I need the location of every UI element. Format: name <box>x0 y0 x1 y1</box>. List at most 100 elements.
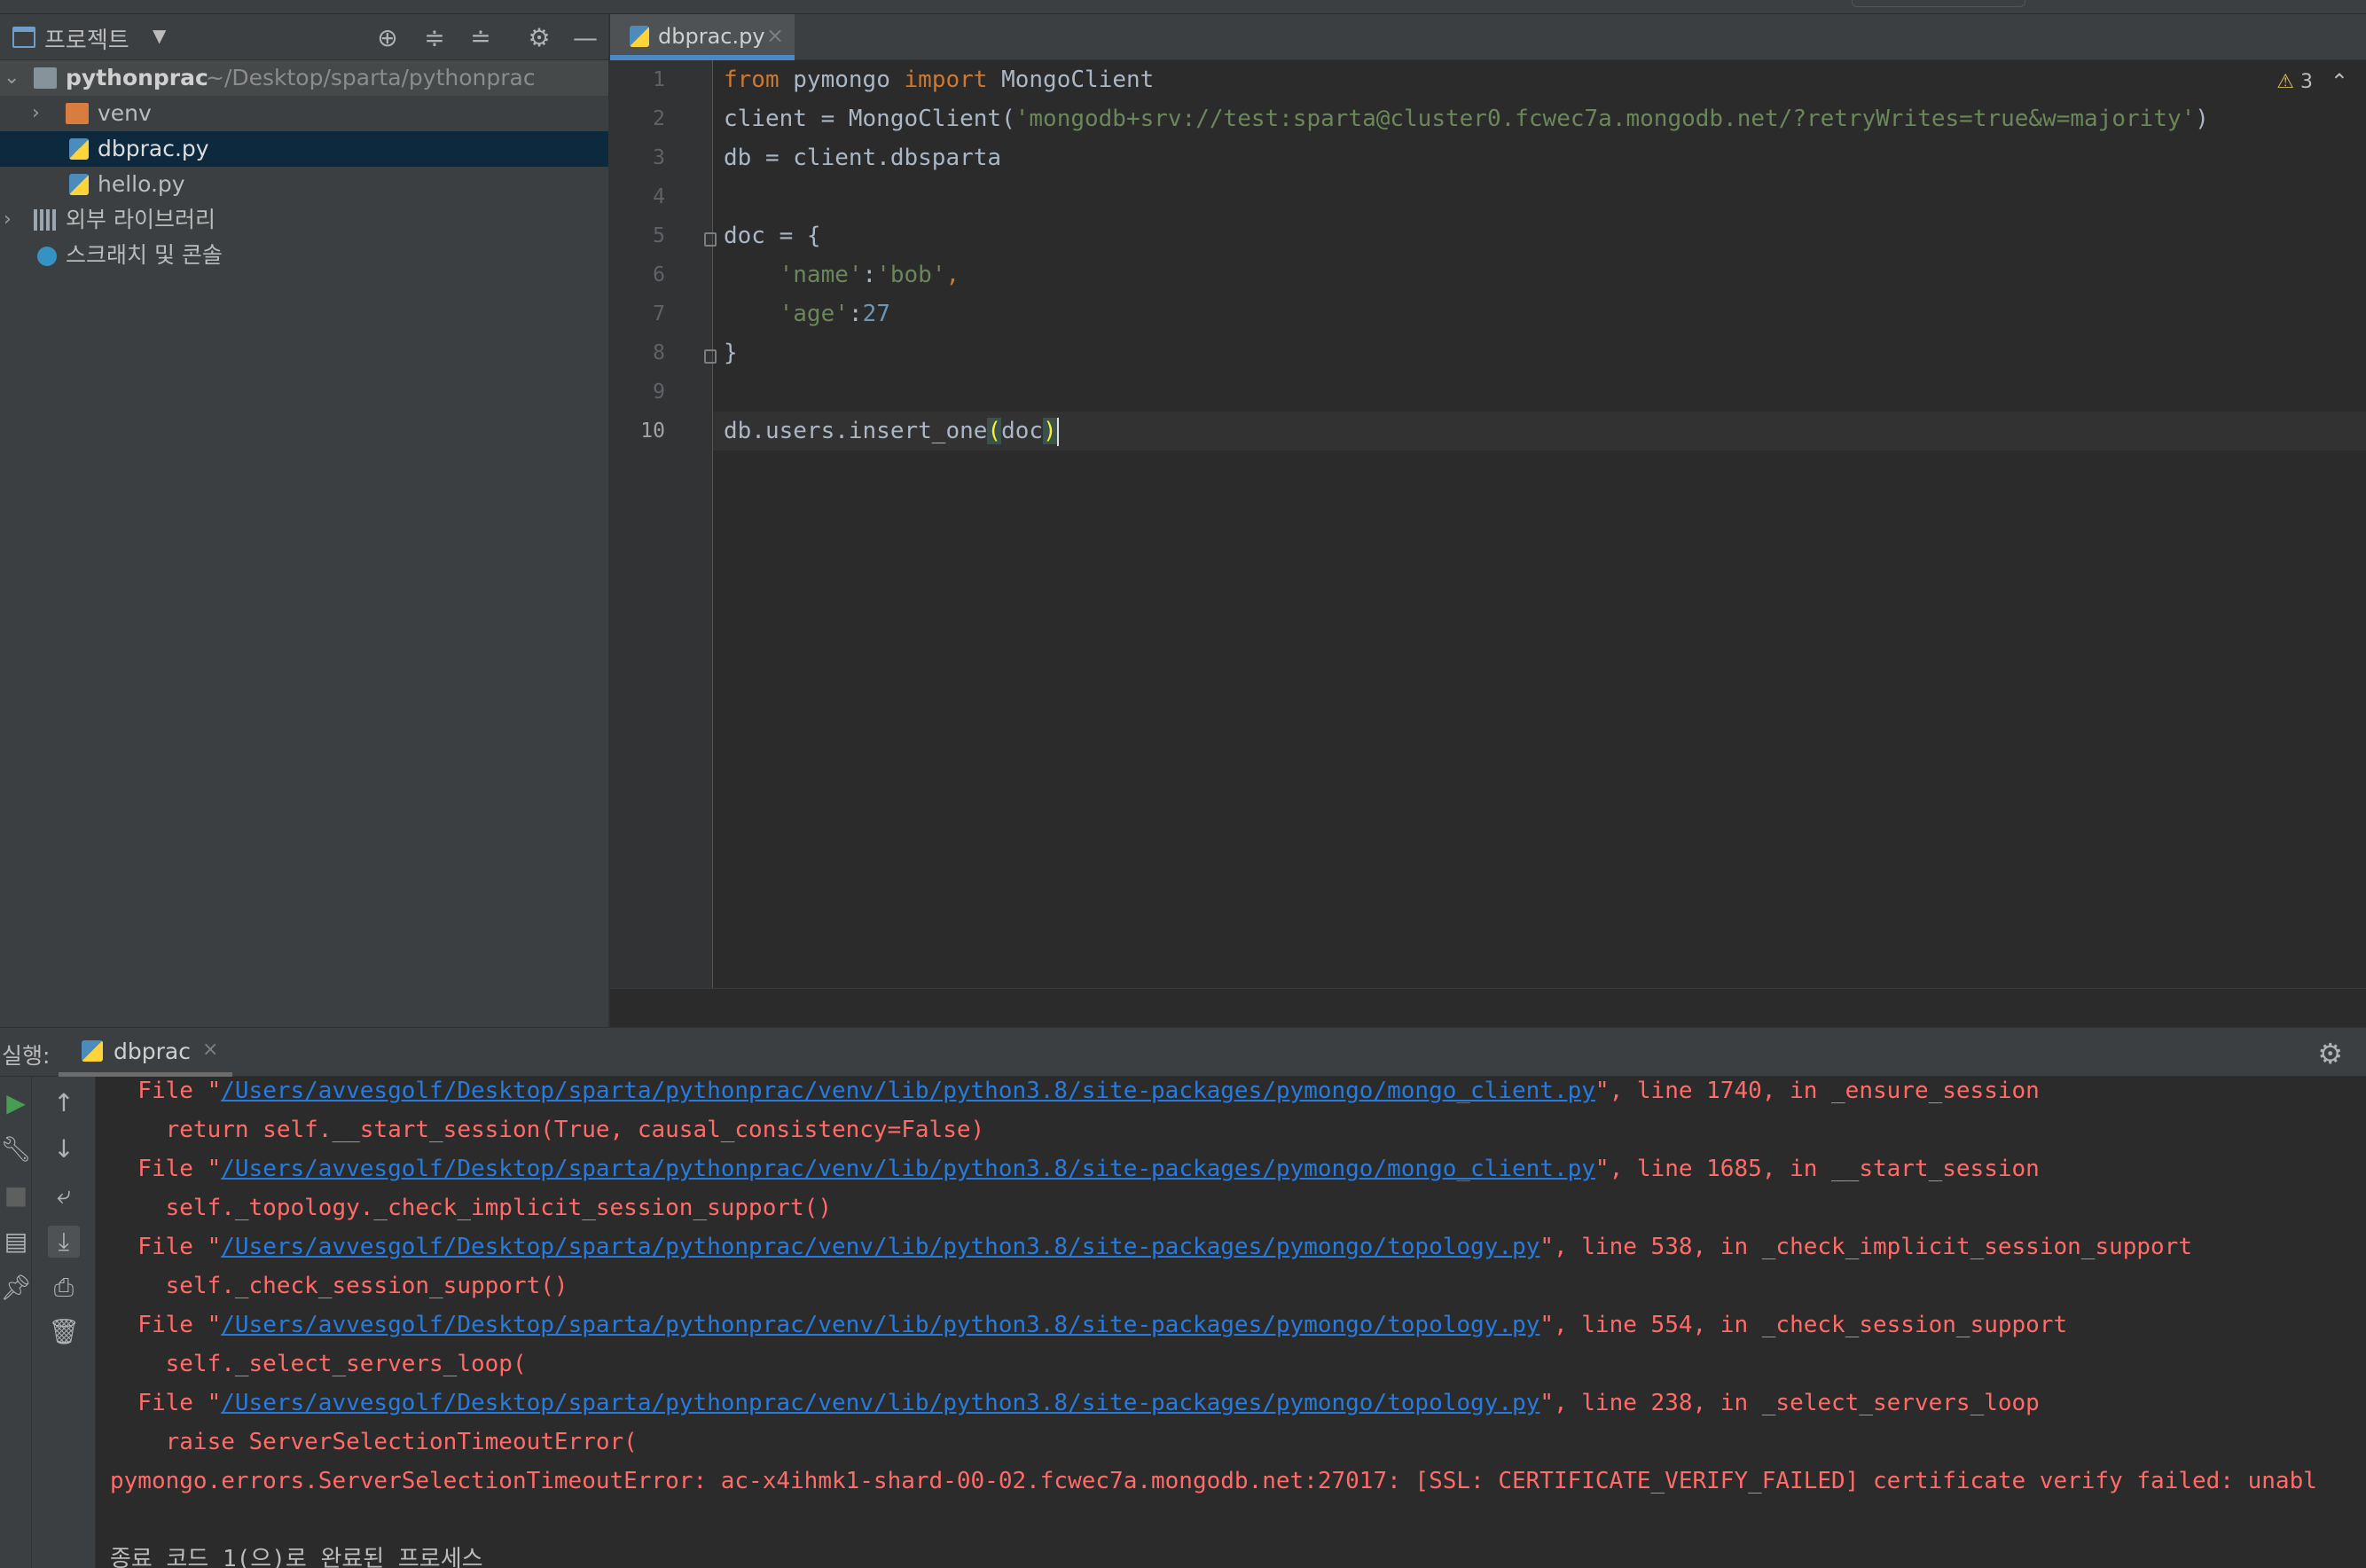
run-tab-label: dbprac <box>114 1039 191 1064</box>
line-gutter: 1 2 3 4 5 6 7 8 9 10 <box>610 60 713 988</box>
console-line: self._topology._check_implicit_session_s… <box>110 1195 832 1221</box>
console-line: File "/Users/avvesgolf/Desktop/sparta/py… <box>110 1078 2040 1104</box>
console-line: return self.__start_session(True, causal… <box>110 1117 985 1143</box>
python-file-icon <box>630 26 649 47</box>
title-bar <box>0 0 2366 14</box>
soft-wrap-icon[interactable]: ⤶ <box>48 1180 80 1211</box>
file-link[interactable]: /Users/avvesgolf/Desktop/sparta/pythonpr… <box>221 1312 1539 1338</box>
line-number: 9 <box>653 380 665 404</box>
locate-icon[interactable]: ⊕ <box>372 23 403 53</box>
folder-icon <box>66 103 89 124</box>
tree-item-scratches[interactable]: 스크래치 및 콘솔 <box>0 238 608 273</box>
tree-item-hello[interactable]: hello.py <box>0 167 608 202</box>
console-line: File "/Users/avvesgolf/Desktop/sparta/py… <box>110 1312 2068 1338</box>
inspection-widget[interactable]: ⚠ 3 <box>2276 71 2313 93</box>
collapse-all-icon[interactable]: ≐ <box>466 23 496 53</box>
project-tree: ⌄ pythonprac ~/Desktop/sparta/pythonprac… <box>0 60 608 1027</box>
console-line: File "/Users/avvesgolf/Desktop/sparta/py… <box>110 1156 2040 1182</box>
folder-icon <box>34 67 57 89</box>
scratch-icon <box>37 247 57 266</box>
horizontal-scrollbar[interactable] <box>610 988 2366 1027</box>
tree-item-label: 외부 라이브러리 <box>66 207 215 232</box>
editor-tab-bar: dbprac.py × <box>610 14 2366 60</box>
text-caret <box>1056 417 1059 446</box>
tree-root-label: pythonprac <box>66 65 208 90</box>
chevron-right-icon[interactable]: › <box>4 202 12 238</box>
warning-icon: ⚠ <box>2276 71 2294 93</box>
run-icon[interactable]: ▶ <box>0 1087 32 1119</box>
chevron-up-icon[interactable]: ⌃ <box>2331 69 2348 94</box>
tree-item-external-libraries[interactable]: › 외부 라이브러리 <box>0 202 608 238</box>
console-error-line: pymongo.errors.ServerSelectionTimeoutErr… <box>110 1468 2317 1494</box>
code-line-10: db.users.insert_one(doc) <box>724 417 1059 446</box>
run-panel-title: 실행: <box>2 1043 51 1069</box>
print-icon[interactable]: ⎙ <box>48 1272 80 1304</box>
console-line: self._check_session_support() <box>110 1273 568 1299</box>
tab-run-dbprac[interactable]: dbprac × <box>59 1028 232 1078</box>
python-file-icon <box>82 1040 103 1062</box>
pin-icon[interactable]: 📌︎ <box>0 1272 32 1304</box>
tree-item-venv[interactable]: › venv <box>0 96 608 131</box>
run-panel-header: 실행: dbprac × ⚙ <box>0 1027 2366 1078</box>
project-panel-title[interactable]: 프로젝트 <box>44 22 129 55</box>
code-line-2: client = MongoClient('mongodb+srv://test… <box>724 106 2209 132</box>
tab-label: dbprac.py <box>658 24 765 49</box>
tree-item-label: 스크래치 및 콘솔 <box>66 242 223 268</box>
code-line-7: 'age':27 <box>779 301 890 327</box>
project-panel-header: 프로젝트 ▼ ⊕ ≑ ≐ ⚙ — <box>0 14 608 60</box>
down-arrow-icon[interactable]: ↓ <box>48 1133 80 1165</box>
tree-item-root[interactable]: ⌄ pythonprac ~/Desktop/sparta/pythonprac <box>0 60 608 96</box>
python-file-icon <box>69 174 89 195</box>
stop-icon[interactable]: ■ <box>0 1180 32 1211</box>
file-link[interactable]: /Users/avvesgolf/Desktop/sparta/pythonpr… <box>221 1234 1539 1260</box>
tree-root-path: ~/Desktop/sparta/pythonprac <box>206 65 536 90</box>
line-number: 3 <box>653 146 665 169</box>
wrench-icon[interactable]: 🔧︎ <box>0 1133 32 1165</box>
code-line-6: 'name':'bob', <box>779 262 960 288</box>
fold-marker-icon[interactable] <box>704 232 717 247</box>
run-toolbar-left: ▶ 🔧︎ ■ ▤ 📌︎ <box>0 1077 32 1568</box>
run-console[interactable]: File "/Users/avvesgolf/Desktop/sparta/py… <box>96 1077 2366 1568</box>
console-line: self._select_servers_loop( <box>110 1351 527 1377</box>
minimize-icon[interactable]: — <box>570 23 600 53</box>
line-number: 4 <box>653 185 665 208</box>
layout-icon[interactable]: ▤ <box>0 1226 32 1258</box>
line-number: 6 <box>653 263 665 286</box>
tree-item-label: venv <box>98 100 152 126</box>
tree-item-label: hello.py <box>98 171 185 197</box>
file-link[interactable]: /Users/avvesgolf/Desktop/sparta/pythonpr… <box>221 1078 1595 1104</box>
chevron-down-icon[interactable]: ⌄ <box>4 60 20 96</box>
run-toolbar-right: ↑ ↓ ⤶ ⤓ ⎙ 🗑︎ <box>32 1077 96 1568</box>
tree-item-label: dbprac.py <box>98 136 209 161</box>
code-editor[interactable]: 1 2 3 4 5 6 7 8 9 10 from pymongo import… <box>610 60 2366 988</box>
fold-marker-icon[interactable] <box>704 349 717 364</box>
up-arrow-icon[interactable]: ↑ <box>48 1087 80 1119</box>
expand-all-icon[interactable]: ≑ <box>419 23 450 53</box>
close-icon[interactable]: × <box>202 1039 218 1061</box>
line-number: 5 <box>653 224 665 247</box>
python-file-icon <box>69 138 89 160</box>
chevron-down-icon[interactable]: ▼ <box>153 25 166 46</box>
file-link[interactable]: /Users/avvesgolf/Desktop/sparta/pythonpr… <box>221 1390 1539 1416</box>
tree-item-dbprac[interactable]: dbprac.py <box>0 131 608 167</box>
line-number: 8 <box>653 341 665 365</box>
tab-dbprac[interactable]: dbprac.py × <box>610 14 795 60</box>
line-number: 2 <box>653 107 665 130</box>
console-line: File "/Users/avvesgolf/Desktop/sparta/py… <box>110 1390 2040 1416</box>
console-exit-line: 종료 코드 1(으)로 완료된 프로세스 <box>110 1546 483 1568</box>
console-line: File "/Users/avvesgolf/Desktop/sparta/py… <box>110 1234 2193 1260</box>
chevron-right-icon[interactable]: › <box>32 96 40 131</box>
code-line-1: from pymongo import MongoClient <box>724 67 1155 93</box>
gear-icon[interactable]: ⚙ <box>2317 1037 2343 1070</box>
code-line-5: doc = { <box>724 223 821 249</box>
console-line: raise ServerSelectionTimeoutError( <box>110 1429 638 1455</box>
warning-count: 3 <box>2300 71 2313 93</box>
trash-icon[interactable]: 🗑︎ <box>48 1316 80 1348</box>
gear-icon[interactable]: ⚙ <box>524 23 554 53</box>
file-link[interactable]: /Users/avvesgolf/Desktop/sparta/pythonpr… <box>221 1156 1595 1182</box>
line-number: 10 <box>640 419 665 443</box>
scroll-to-end-icon[interactable]: ⤓ <box>48 1226 80 1258</box>
close-icon[interactable]: × <box>766 23 784 48</box>
code-line-3: db = client.dbsparta <box>724 145 1002 171</box>
line-number: 7 <box>653 302 665 325</box>
